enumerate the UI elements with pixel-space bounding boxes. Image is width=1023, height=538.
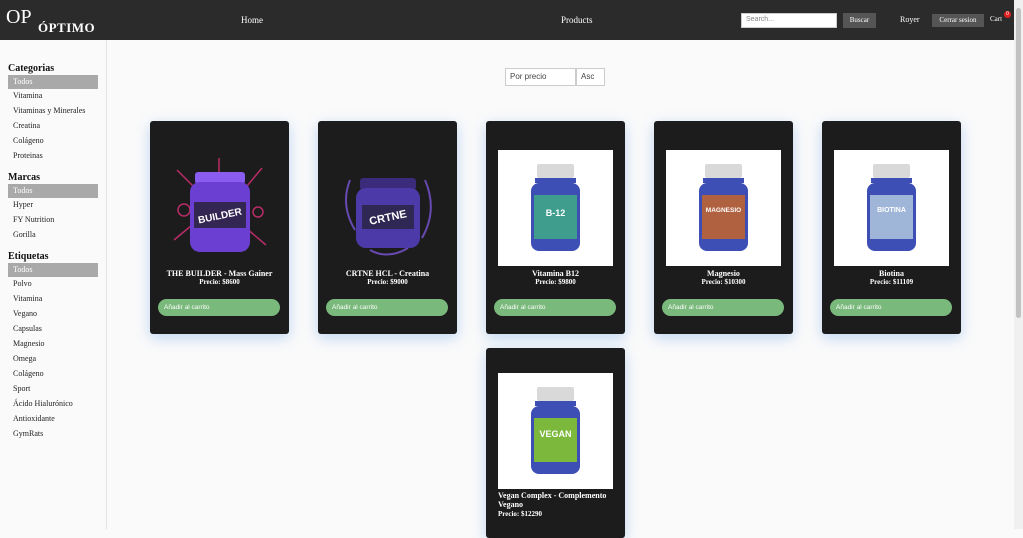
product-card: BIOTINA Biotina Precio: $11109 Añadir al… [822, 121, 961, 334]
category-item[interactable]: Vitaminas y Minerales [8, 104, 98, 118]
tag-item[interactable]: Ácido Hialurónico [8, 397, 98, 411]
category-item[interactable]: Vitamina [8, 89, 98, 103]
filter-sidebar: Categorias Todos Vitamina Vitaminas y Mi… [0, 40, 107, 529]
product-price: Precio: $8600 [199, 278, 240, 286]
product-image: B-12 [498, 150, 613, 266]
svg-text:B-12: B-12 [546, 208, 566, 218]
tag-item[interactable]: Colágeno [8, 367, 98, 381]
product-name: Magnesio [707, 269, 740, 278]
tag-item[interactable]: GymRats [8, 427, 98, 441]
product-image: BIOTINA [834, 150, 949, 266]
category-item[interactable]: Proteinas [8, 149, 98, 163]
search-input[interactable]: Search... [741, 13, 837, 28]
brand-item[interactable]: Hyper [8, 198, 98, 212]
product-image: CRTNE [330, 150, 445, 266]
product-name: Vegan Complex - Complemento Vegano [498, 491, 607, 509]
product-card: BUILDER THE BUILDER - Mass Gainer Precio… [150, 121, 289, 334]
product-image: BUILDER [162, 150, 277, 266]
add-to-cart-button[interactable]: Añadir al carrito [494, 299, 616, 316]
product-price: Precio: $11109 [869, 278, 914, 286]
categories-heading: Categorias [8, 63, 55, 74]
tag-item[interactable]: Vegano [8, 307, 98, 321]
product-price: Precio: $10300 [701, 278, 746, 286]
nav-products-link[interactable]: Products [561, 15, 593, 25]
tag-item[interactable]: Magnesio [8, 337, 98, 351]
brands-heading: Marcas [8, 172, 41, 183]
tag-item[interactable]: Sport [8, 382, 98, 396]
product-name: THE BUILDER - Mass Gainer [166, 269, 273, 278]
search-button[interactable]: Buscar [843, 13, 876, 28]
sort-field-select[interactable]: Por precio [505, 68, 576, 86]
svg-text:BIOTINA: BIOTINA [877, 207, 906, 214]
category-item-todos[interactable]: Todos [8, 75, 98, 89]
product-card: VEGAN Vegan Complex - Complemento Vegano… [486, 348, 625, 538]
add-to-cart-button[interactable]: Añadir al carrito [326, 299, 448, 316]
add-to-cart-button[interactable]: Añadir al carrito [662, 299, 784, 316]
product-price: Precio: $12290 [498, 510, 542, 518]
logo-text[interactable]: ÓPTIMO [38, 20, 95, 36]
sort-order-button[interactable]: Asc [576, 68, 605, 86]
brand-item[interactable]: FY Nutrition [8, 213, 98, 227]
product-name: Vitamina B12 [531, 269, 580, 278]
tag-item[interactable]: Omega [8, 352, 98, 366]
product-price: Precio: $9000 [367, 278, 408, 286]
tags-heading: Etiquetas [8, 251, 49, 262]
product-card: CRTNE CRTNE HCL - Creatina Precio: $9000… [318, 121, 457, 334]
brand-item[interactable]: Gorilla [8, 228, 98, 242]
svg-text:VEGAN: VEGAN [539, 429, 571, 439]
product-price: Precio: $9800 [535, 278, 576, 286]
nav-home-link[interactable]: Home [241, 15, 263, 25]
scrollbar-thumb[interactable] [1016, 8, 1021, 318]
add-to-cart-button[interactable]: Añadir al carrito [830, 299, 952, 316]
category-item[interactable]: Colágeno [8, 134, 98, 148]
tag-item[interactable]: Antioxidante [8, 412, 98, 426]
category-item[interactable]: Creatina [8, 119, 98, 133]
tag-item[interactable]: Vitamina [8, 292, 98, 306]
svg-text:MAGNESIO: MAGNESIO [706, 207, 741, 214]
product-name: Biotina [879, 269, 904, 278]
logo-mark[interactable]: OP [6, 6, 32, 29]
tag-item[interactable]: Polvo [8, 277, 98, 291]
product-image: VEGAN [498, 373, 613, 489]
product-card: MAGNESIO Magnesio Precio: $10300 Añadir … [654, 121, 793, 334]
tag-item-todos[interactable]: Todos [8, 263, 98, 277]
top-navbar: OP ÓPTIMO Home Products Search... Buscar… [0, 0, 1023, 40]
logout-button[interactable]: Cerrar sesion [932, 14, 984, 27]
product-image: MAGNESIO [666, 150, 781, 266]
user-name: Royer [900, 15, 920, 24]
product-name: CRTNE HCL - Creatina [345, 269, 430, 278]
cart-link[interactable]: Cart [990, 15, 1002, 23]
brand-item-todos[interactable]: Todos [8, 184, 98, 198]
product-card: B-12 Vitamina B12 Precio: $9800 Añadir a… [486, 121, 625, 334]
tag-item[interactable]: Capsulas [8, 322, 98, 336]
add-to-cart-button[interactable]: Añadir al carrito [158, 299, 280, 316]
cart-count-badge: 0 [1004, 11, 1011, 18]
